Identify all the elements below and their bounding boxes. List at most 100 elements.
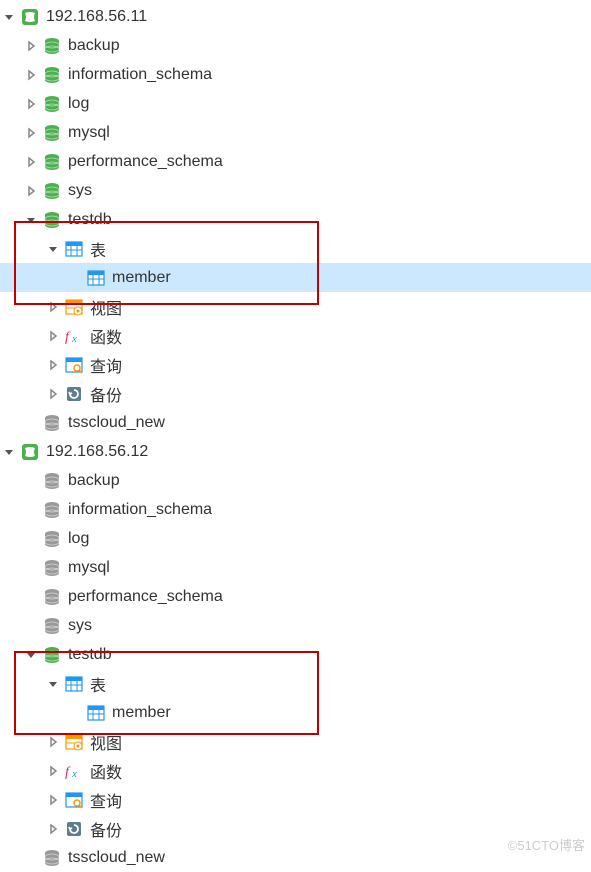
expand-arrow[interactable] bbox=[46, 735, 60, 749]
database-node[interactable]: log bbox=[0, 89, 591, 118]
database-icon bbox=[42, 65, 62, 85]
backups-group-node[interactable]: 备份 bbox=[0, 379, 591, 408]
database-node[interactable]: mysql bbox=[0, 118, 591, 147]
connection-icon bbox=[20, 442, 40, 462]
database-node[interactable]: tsscloud_new bbox=[0, 843, 591, 872]
expand-arrow[interactable] bbox=[46, 242, 60, 256]
table-icon bbox=[86, 268, 106, 288]
tree-label: 192.168.56.12 bbox=[46, 443, 148, 461]
expand-arrow[interactable] bbox=[46, 300, 60, 314]
tree-label: log bbox=[68, 95, 89, 113]
database-node[interactable]: tsscloud_new bbox=[0, 408, 591, 437]
functions-group-icon: fx bbox=[64, 761, 84, 781]
connection-node[interactable]: 192.168.56.11 bbox=[0, 2, 591, 31]
database-node[interactable]: sys bbox=[0, 611, 591, 640]
tree-label: 视图 bbox=[90, 295, 122, 319]
backups-group-icon bbox=[64, 819, 84, 839]
expand-arrow[interactable] bbox=[24, 126, 38, 140]
expand-arrow[interactable] bbox=[46, 793, 60, 807]
tree-label: 查询 bbox=[90, 353, 122, 377]
tree-label: 备份 bbox=[90, 382, 122, 406]
database-icon bbox=[42, 210, 62, 230]
database-node[interactable]: information_schema bbox=[0, 60, 591, 89]
database-icon bbox=[42, 36, 62, 56]
table-icon bbox=[86, 703, 106, 723]
watermark: ©51CTO博客 bbox=[508, 835, 585, 854]
tree-label: performance_schema bbox=[68, 153, 223, 171]
expand-arrow[interactable] bbox=[24, 68, 38, 82]
tree-label: testdb bbox=[68, 646, 112, 664]
views-group-node[interactable]: 视图 bbox=[0, 292, 591, 321]
expand-arrow[interactable] bbox=[46, 329, 60, 343]
expand-arrow[interactable] bbox=[24, 155, 38, 169]
queries-group-node[interactable]: 查询 bbox=[0, 350, 591, 379]
tree-label: 192.168.56.11 bbox=[46, 8, 147, 26]
database-icon bbox=[42, 645, 62, 665]
backups-group-node[interactable]: 备份 bbox=[0, 814, 591, 843]
tree-label: testdb bbox=[68, 211, 112, 229]
database-node[interactable]: information_schema bbox=[0, 495, 591, 524]
expand-arrow[interactable] bbox=[46, 677, 60, 691]
database-node[interactable]: testdb bbox=[0, 640, 591, 669]
database-icon bbox=[42, 152, 62, 172]
tables-group-node[interactable]: 表 bbox=[0, 234, 591, 263]
tree-label: performance_schema bbox=[68, 588, 223, 606]
tables-group-node[interactable]: 表 bbox=[0, 669, 591, 698]
views-group-icon bbox=[64, 297, 84, 317]
table-node[interactable]: member bbox=[0, 263, 591, 292]
tree-label: sys bbox=[68, 617, 92, 635]
views-group-node[interactable]: 视图 bbox=[0, 727, 591, 756]
expand-arrow[interactable] bbox=[46, 764, 60, 778]
tree-label: log bbox=[68, 530, 89, 548]
tree-label: mysql bbox=[68, 124, 110, 142]
expand-arrow[interactable] bbox=[46, 387, 60, 401]
tree-label: 表 bbox=[90, 237, 106, 261]
functions-group-node[interactable]: fx 函数 bbox=[0, 321, 591, 350]
database-node[interactable]: log bbox=[0, 524, 591, 553]
tree-label: tsscloud_new bbox=[68, 414, 165, 432]
connection-node[interactable]: 192.168.56.12 bbox=[0, 437, 591, 466]
table-node[interactable]: member bbox=[0, 698, 591, 727]
database-node[interactable]: backup bbox=[0, 31, 591, 60]
tree-label: mysql bbox=[68, 559, 110, 577]
svg-text:x: x bbox=[71, 333, 77, 345]
expand-arrow[interactable] bbox=[46, 358, 60, 372]
database-node[interactable]: mysql bbox=[0, 553, 591, 582]
database-node[interactable]: performance_schema bbox=[0, 582, 591, 611]
database-icon bbox=[42, 529, 62, 549]
backups-group-icon bbox=[64, 384, 84, 404]
database-icon bbox=[42, 500, 62, 520]
tree-label: member bbox=[112, 704, 171, 722]
svg-text:x: x bbox=[71, 768, 77, 780]
tables-group-icon bbox=[64, 674, 84, 694]
database-icon bbox=[42, 558, 62, 578]
expand-arrow[interactable] bbox=[24, 97, 38, 111]
tree-label: information_schema bbox=[68, 66, 212, 84]
expand-arrow[interactable] bbox=[2, 10, 16, 24]
expand-arrow[interactable] bbox=[46, 822, 60, 836]
svg-text:f: f bbox=[65, 765, 71, 780]
queries-group-node[interactable]: 查询 bbox=[0, 785, 591, 814]
expand-arrow[interactable] bbox=[24, 648, 38, 662]
expand-arrow[interactable] bbox=[24, 184, 38, 198]
tree-label: backup bbox=[68, 37, 120, 55]
database-node[interactable]: performance_schema bbox=[0, 147, 591, 176]
tree-label: 表 bbox=[90, 672, 106, 696]
database-icon bbox=[42, 471, 62, 491]
database-node[interactable]: testdb bbox=[0, 205, 591, 234]
tree-label: information_schema bbox=[68, 501, 212, 519]
expand-arrow[interactable] bbox=[2, 445, 16, 459]
database-icon bbox=[42, 181, 62, 201]
connection-icon bbox=[20, 7, 40, 27]
expand-arrow[interactable] bbox=[24, 39, 38, 53]
database-node[interactable]: sys bbox=[0, 176, 591, 205]
tree-label: sys bbox=[68, 182, 92, 200]
database-icon bbox=[42, 413, 62, 433]
expand-arrow[interactable] bbox=[24, 213, 38, 227]
functions-group-icon: fx bbox=[64, 326, 84, 346]
tree-label: 函数 bbox=[90, 759, 122, 783]
database-node[interactable]: backup bbox=[0, 466, 591, 495]
tables-group-icon bbox=[64, 239, 84, 259]
functions-group-node[interactable]: fx 函数 bbox=[0, 756, 591, 785]
tree-label: 函数 bbox=[90, 324, 122, 348]
